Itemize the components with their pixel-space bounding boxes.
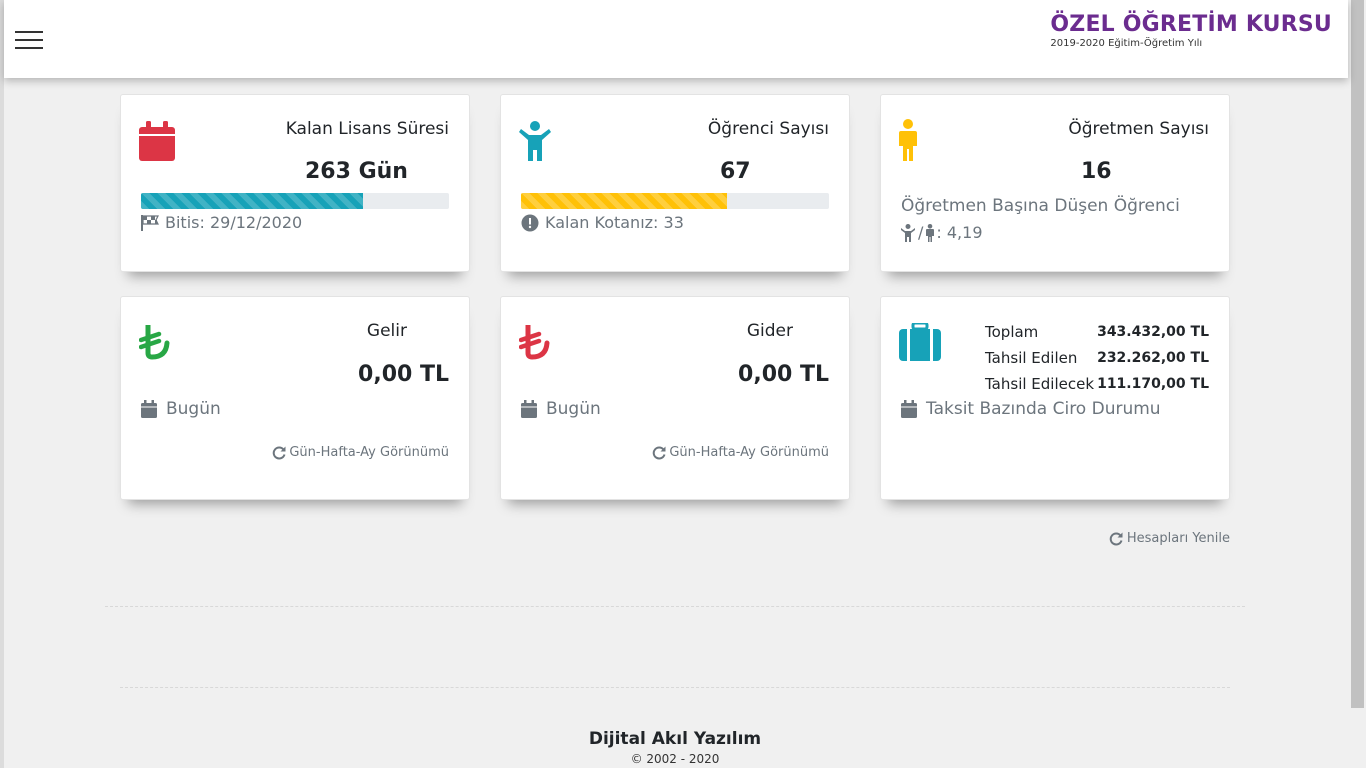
turnover-row-label: Toplam xyxy=(985,323,1039,341)
calendar-small-icon xyxy=(141,400,157,418)
income-period-text: Bugün xyxy=(166,399,221,419)
top-navbar: ÖZEL ÖĞRETİM KURSU 2019-2020 Eğitim-Öğre… xyxy=(4,0,1348,78)
calendar-small-icon xyxy=(521,400,537,418)
scrollbar-thumb[interactable] xyxy=(1351,0,1364,708)
exclamation-circle-icon xyxy=(521,214,539,231)
child-small-icon xyxy=(901,223,915,242)
license-card: Kalan Lisans Süresi 263 Gün Bitis: 29/12… xyxy=(120,94,470,272)
window-left-edge xyxy=(0,0,4,768)
expense-view-link-text: Gün-Hafta-Ay Görünümü xyxy=(669,445,829,460)
turnover-row-value: 343.432,00 TL xyxy=(1097,324,1209,340)
refresh-accounts-text: Hesapları Yenile xyxy=(1126,531,1230,546)
license-end-text: Bitis: 29/12/2020 xyxy=(165,213,303,232)
calendar-icon xyxy=(139,121,175,161)
menu-toggle-icon[interactable] xyxy=(15,29,45,51)
expense-card: Gider 0,00 TL Bugün Gün-Hafta-Ay Görünüm… xyxy=(500,296,850,500)
turnover-row: Toplam 343.432,00 TL xyxy=(985,319,1209,345)
suitcase-icon xyxy=(899,323,941,361)
ratio-value: : 4,19 xyxy=(936,223,983,242)
students-label: Öğrenci Sayısı xyxy=(707,119,829,139)
license-progress-fill xyxy=(141,193,363,209)
brand-title: ÖZEL ÖĞRETİM KURSU xyxy=(1050,12,1332,37)
redo-icon xyxy=(1109,532,1123,545)
footer-company: Dijital Akıl Yazılım xyxy=(588,729,762,749)
license-end: Bitis: 29/12/2020 xyxy=(141,213,302,232)
students-value: 67 xyxy=(720,159,751,184)
turnover-caption: Taksit Bazında Ciro Durumu xyxy=(901,399,1161,419)
redo-icon xyxy=(273,446,286,459)
license-progress xyxy=(141,193,449,209)
income-period: Bugün xyxy=(141,399,221,419)
male-icon xyxy=(899,119,917,161)
expense-period: Bugün xyxy=(521,399,601,419)
income-label: Gelir xyxy=(366,321,407,341)
turnover-row: Tahsil Edilen 232.262,00 TL xyxy=(985,345,1209,371)
income-view-link[interactable]: Gün-Hafta-Ay Görünümü xyxy=(272,445,449,460)
students-progress-fill xyxy=(521,193,728,209)
license-label: Kalan Lisans Süresi xyxy=(285,119,449,139)
divider xyxy=(105,606,1245,607)
ratio-separator: / xyxy=(918,223,924,242)
students-quota-text: Kalan Kotanız: 33 xyxy=(545,213,684,232)
income-view-link-text: Gün-Hafta-Ay Görünümü xyxy=(289,445,449,460)
ratio-row: / : 4,19 xyxy=(901,223,983,242)
calendar-small-icon xyxy=(901,400,917,418)
license-value: 263 Gün xyxy=(305,159,408,184)
footer-copyright: © 2002 - 2020 xyxy=(630,752,720,766)
income-card: Gelir 0,00 TL Bugün Gün-Hafta-Ay Görünüm… xyxy=(120,296,470,500)
page-scrollbar[interactable] xyxy=(1349,0,1366,768)
footer: Dijital Akıl Yazılım © 2002 - 2020 xyxy=(0,729,1350,766)
turnover-row: Tahsil Edilecek 111.170,00 TL xyxy=(985,371,1209,397)
refresh-accounts-link[interactable]: Hesapları Yenile xyxy=(1109,531,1230,546)
expense-period-text: Bugün xyxy=(546,399,601,419)
turnover-row-value: 232.262,00 TL xyxy=(1097,350,1209,366)
turnover-summary: Toplam 343.432,00 TL Tahsil Edilen 232.2… xyxy=(985,319,1209,397)
expense-view-link[interactable]: Gün-Hafta-Ay Görünümü xyxy=(652,445,829,460)
turnover-row-label: Tahsil Edilen xyxy=(985,349,1078,367)
income-value: 0,00 TL xyxy=(358,362,449,387)
teachers-card: Öğretmen Sayısı 16 Öğretmen Başına Düşen… xyxy=(880,94,1230,272)
expense-value: 0,00 TL xyxy=(738,362,829,387)
brand-subtitle: 2019-2020 Eğitim-Öğretim Yılı xyxy=(1050,38,1203,49)
students-card: Öğrenci Sayısı 67 Kalan Kotanız: 33 xyxy=(500,94,850,272)
divider xyxy=(120,687,1230,688)
child-icon xyxy=(519,121,551,161)
turnover-row-label: Tahsil Edilecek xyxy=(985,375,1095,393)
ratio-label: Öğretmen Başına Düşen Öğrenci xyxy=(901,196,1180,216)
lira-icon xyxy=(519,325,550,360)
turnover-card: Toplam 343.432,00 TL Tahsil Edilen 232.2… xyxy=(880,296,1230,500)
turnover-row-value: 111.170,00 TL xyxy=(1097,376,1209,392)
brand: ÖZEL ÖĞRETİM KURSU 2019-2020 Eğitim-Öğre… xyxy=(1050,12,1332,49)
turnover-caption-text: Taksit Bazında Ciro Durumu xyxy=(926,399,1161,419)
teachers-label: Öğretmen Sayısı xyxy=(1068,119,1209,139)
expense-label: Gider xyxy=(746,321,793,341)
students-quota: Kalan Kotanız: 33 xyxy=(521,213,684,232)
lira-icon xyxy=(139,325,170,360)
flag-checkered-icon xyxy=(141,214,159,231)
male-small-icon xyxy=(926,223,935,242)
redo-icon xyxy=(653,446,666,459)
teachers-value: 16 xyxy=(1081,159,1112,184)
students-progress xyxy=(521,193,829,209)
